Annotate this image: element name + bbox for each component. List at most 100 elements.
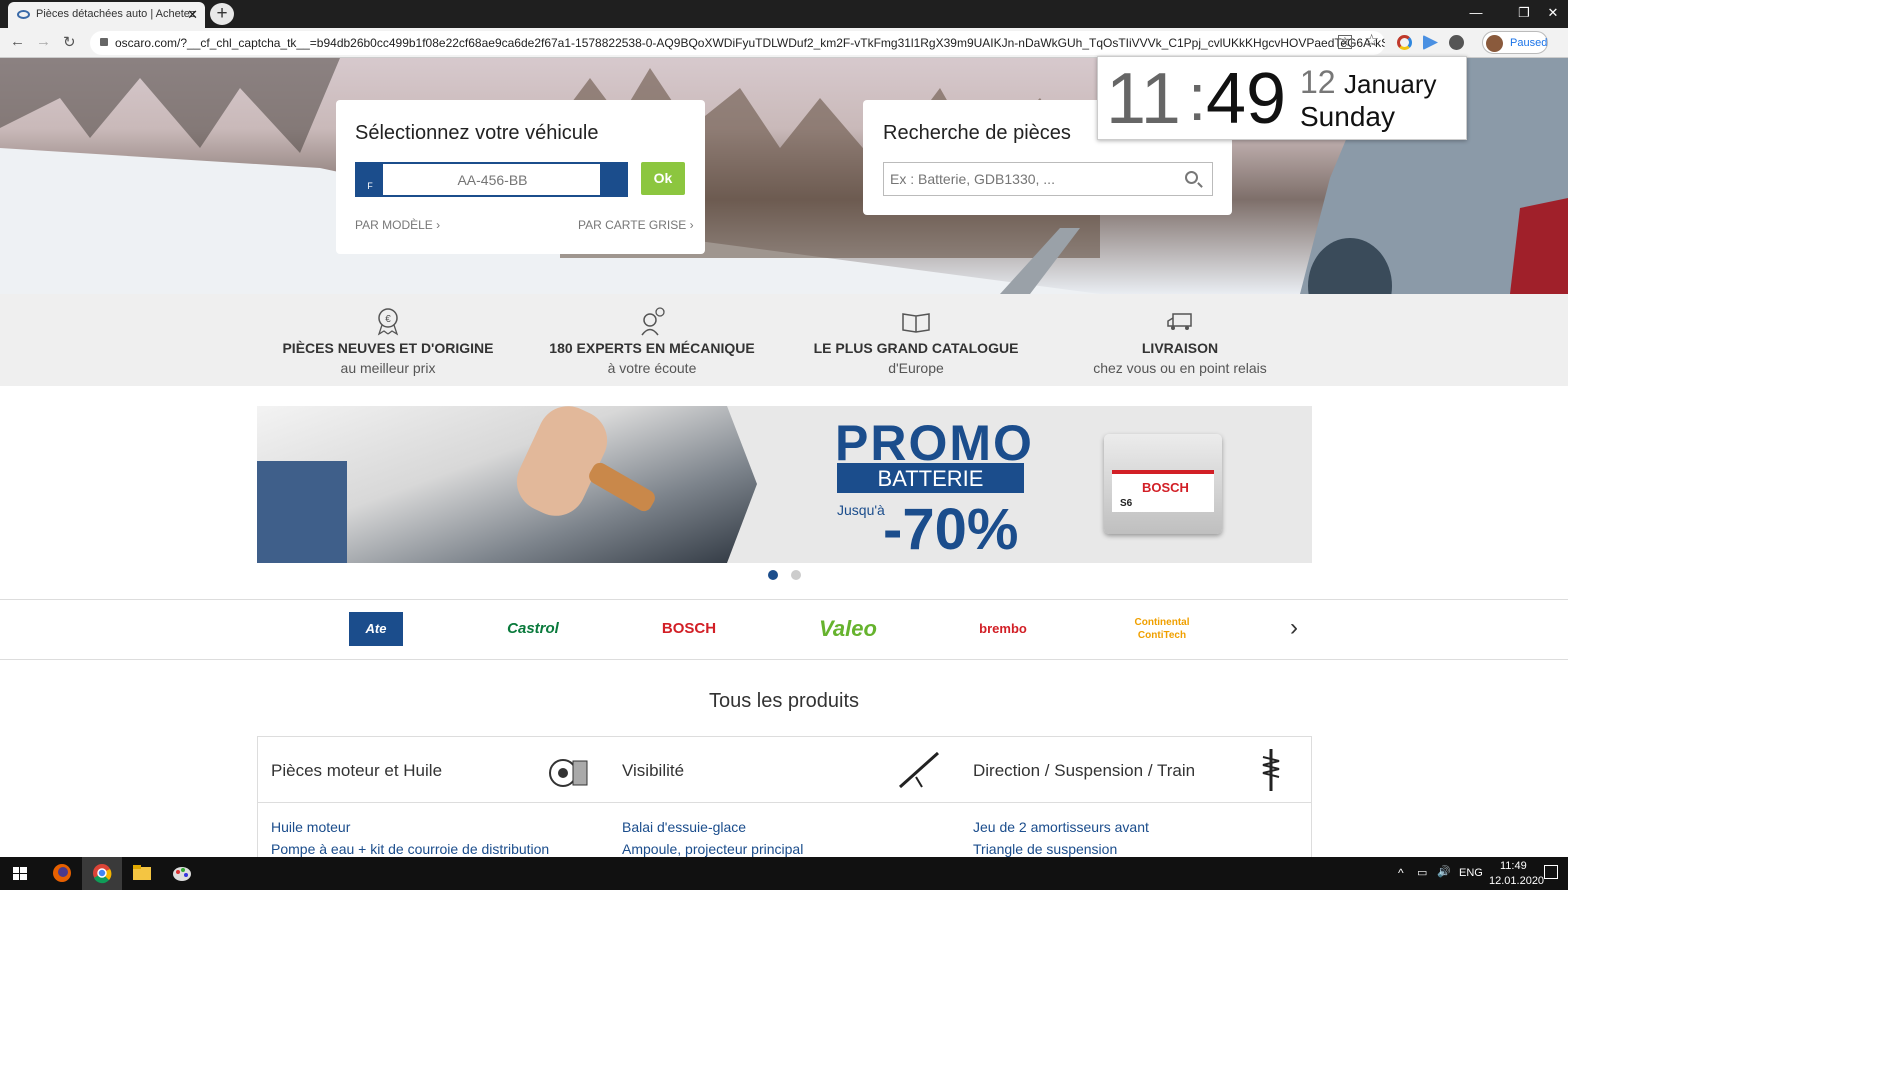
language-indicator[interactable]: ENG xyxy=(1459,867,1483,879)
network-icon[interactable]: ▭ xyxy=(1417,866,1427,879)
search-icon[interactable] xyxy=(1185,171,1198,184)
brands-carousel: Ate Castrol BOSCH Valeo brembo Continent… xyxy=(0,599,1568,660)
clock-month: January xyxy=(1344,69,1437,99)
category-steering-suspension[interactable]: Direction / Suspension / Train xyxy=(973,761,1195,781)
chevron-right-icon[interactable]: › xyxy=(1290,614,1298,642)
expert-headset-icon xyxy=(641,307,665,336)
category-visibility[interactable]: Visibilité xyxy=(622,761,684,781)
chrome-icon[interactable] xyxy=(82,857,122,890)
open-book-icon xyxy=(902,313,930,333)
battery-model: S6 xyxy=(1120,498,1133,509)
profile-status: Paused xyxy=(1510,37,1548,49)
windows-taskbar: ^ ▭ 🔊 ENG 11:49 12.01.2020 xyxy=(0,857,1568,890)
vehicle-card-title: Sélectionnez votre véhicule xyxy=(355,122,599,144)
products-grid: Pièces moteur et Huile Visibilité Direct… xyxy=(257,736,1312,866)
chrome-extension-icon[interactable] xyxy=(1397,35,1412,50)
avatar xyxy=(1486,35,1503,52)
play-extension-icon[interactable] xyxy=(1423,35,1438,50)
by-model-link[interactable]: PAR MODÈLE › xyxy=(355,218,440,232)
jump-start-photo xyxy=(257,406,757,563)
minimize-icon[interactable]: — xyxy=(1458,3,1494,25)
browser-tab[interactable]: Pièces détachées auto | Achetez ✕ xyxy=(8,2,205,28)
tray-chevron-up-icon[interactable]: ^ xyxy=(1398,866,1404,880)
firefox-icon[interactable] xyxy=(42,857,82,890)
features-strip: € PIÈCES NEUVES ET D'ORIGINE au meilleur… xyxy=(0,294,1568,386)
feature-delivery: LIVRAISON chez vous ou en point relais xyxy=(1048,306,1312,376)
promo-banner[interactable]: PROMO BATTERIE Jusqu'à -70% BOSCH S6 xyxy=(257,406,1312,563)
ok-button[interactable]: Ok xyxy=(641,162,685,195)
notifications-icon[interactable] xyxy=(1544,865,1558,879)
promo-discount: -70% xyxy=(883,497,1019,562)
taskbar-date[interactable]: 12.01.2020 xyxy=(1489,875,1544,887)
vehicle-selector-card: Sélectionnez votre véhicule F Ok PAR MOD… xyxy=(336,100,705,254)
svg-text:€: € xyxy=(385,314,391,325)
address-bar[interactable]: oscaro.com/?__cf_chl_captcha_tk__=b94db2… xyxy=(90,31,1385,55)
translate-icon[interactable]: 文 xyxy=(1338,35,1352,49)
product-link[interactable]: Huile moteur xyxy=(271,819,350,835)
clock-day: 12 xyxy=(1300,64,1336,100)
lock-icon xyxy=(100,38,108,46)
clock-minute: 49 xyxy=(1206,59,1287,139)
engine-oil-icon xyxy=(549,759,588,787)
clock-extension-icon[interactable] xyxy=(1449,35,1464,50)
brand-logo-brembo[interactable]: brembo xyxy=(965,612,1041,646)
carousel-dot-2[interactable] xyxy=(791,570,801,580)
brand-logo-castrol[interactable]: Castrol xyxy=(493,612,573,646)
product-link[interactable]: Pompe à eau + kit de courroie de distrib… xyxy=(271,841,549,857)
eu-flag-icon: F xyxy=(357,164,383,195)
clock-weekday: Sunday xyxy=(1300,101,1395,132)
clock-widget: 11 : 49 12 January Sunday xyxy=(1097,56,1467,140)
parts-search-box xyxy=(883,162,1213,196)
taskbar-time[interactable]: 11:49 xyxy=(1500,860,1527,872)
browser-toolbar: ← → ↻ oscaro.com/?__cf_chl_captcha_tk__=… xyxy=(0,28,1568,58)
clock-hour: 11 xyxy=(1106,59,1181,139)
brand-logo-bosch[interactable]: BOSCH xyxy=(649,612,729,646)
clock-colon: : xyxy=(1188,60,1207,134)
url-text: oscaro.com/?__cf_chl_captcha_tk__=b94db2… xyxy=(115,36,1385,50)
tab-title: Pièces détachées auto | Achetez xyxy=(36,8,196,20)
promo-prefix: Jusqu'à xyxy=(837,502,885,518)
feature-original-parts: € PIÈCES NEUVES ET D'ORIGINE au meilleur… xyxy=(256,306,520,376)
restore-icon[interactable]: ❐ xyxy=(1506,3,1542,25)
battery-image: BOSCH S6 xyxy=(1104,434,1222,534)
category-engine-oil[interactable]: Pièces moteur et Huile xyxy=(271,761,442,781)
category-header-row: Pièces moteur et Huile Visibilité Direct… xyxy=(258,737,1311,803)
products-heading: Tous les produits xyxy=(708,690,860,712)
feature-experts: 180 EXPERTS EN MÉCANIQUE à votre écoute xyxy=(520,306,784,376)
forward-arrow-icon[interactable]: → xyxy=(36,33,51,50)
brand-logo-ate[interactable]: Ate xyxy=(349,612,403,646)
battery-brand: BOSCH xyxy=(1142,480,1189,495)
feature-catalogue: LE PLUS GRAND CATALOGUE d'Europe xyxy=(784,306,1048,376)
carousel-dot-1[interactable] xyxy=(768,570,778,580)
promo-product: BATTERIE xyxy=(837,463,1024,493)
windows-start-icon[interactable] xyxy=(0,857,40,890)
brand-logo-continental[interactable]: Continental ContiTech xyxy=(1122,612,1202,646)
plate-right-band xyxy=(600,164,626,195)
product-link[interactable]: Ampoule, projecteur principal xyxy=(622,841,803,857)
reload-icon[interactable]: ↻ xyxy=(63,33,76,51)
wiper-blade-icon xyxy=(898,751,940,789)
browser-tab-strip: Pièces détachées auto | Achetez ✕ + — ❐ … xyxy=(0,0,1568,28)
parts-search-input[interactable] xyxy=(890,163,1180,195)
medal-euro-icon: € xyxy=(377,308,399,336)
brand-logo-valeo[interactable]: Valeo xyxy=(808,612,888,646)
shock-absorber-icon xyxy=(1262,749,1280,791)
oscaro-favicon-icon xyxy=(17,10,30,19)
product-link[interactable]: Jeu de 2 amortisseurs avant xyxy=(973,819,1149,835)
by-registration-link[interactable]: PAR CARTE GRISE › xyxy=(578,218,694,232)
paint-app-icon[interactable] xyxy=(162,857,202,890)
search-card-title: Recherche de pièces xyxy=(883,122,1071,144)
product-link[interactable]: Balai d'essuie-glace xyxy=(622,819,746,835)
close-tab-icon[interactable]: ✕ xyxy=(187,7,198,23)
close-window-icon[interactable]: ✕ xyxy=(1538,3,1568,25)
file-explorer-icon[interactable] xyxy=(122,857,162,890)
profile-button[interactable]: Paused xyxy=(1482,31,1548,54)
bookmark-star-icon[interactable]: ☆ xyxy=(1364,31,1379,51)
license-plate-input[interactable] xyxy=(385,164,600,195)
product-link[interactable]: Triangle de suspension xyxy=(973,841,1117,857)
new-tab-button[interactable]: + xyxy=(210,3,234,25)
back-arrow-icon[interactable]: ← xyxy=(10,33,25,50)
delivery-truck-icon xyxy=(1167,313,1192,330)
volume-icon[interactable]: 🔊 xyxy=(1437,865,1451,878)
license-plate-field: F xyxy=(355,162,628,197)
